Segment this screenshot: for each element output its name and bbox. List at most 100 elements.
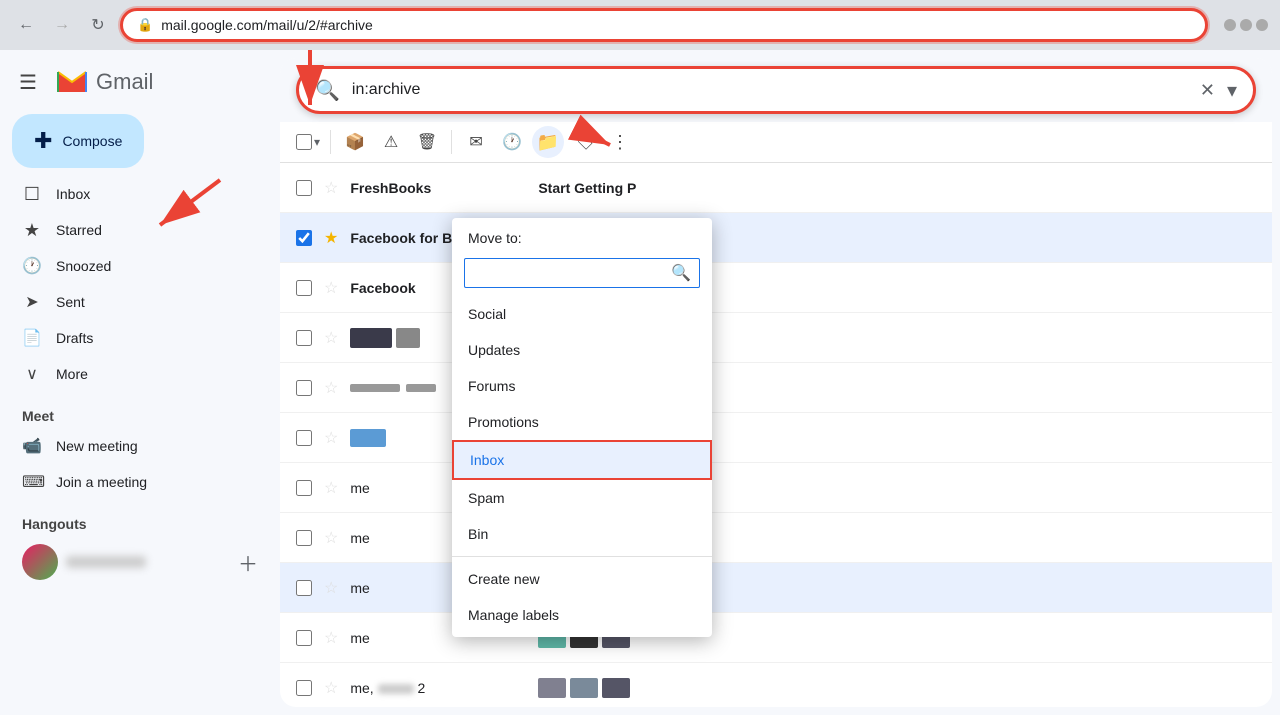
- hangouts-section-label: Hangouts: [0, 500, 280, 540]
- compose-label: Compose: [62, 133, 122, 149]
- delete-button[interactable]: 🗑: [411, 126, 443, 158]
- hangouts-avatar: [22, 544, 58, 580]
- video-icon: 📹: [22, 436, 42, 456]
- search-input[interactable]: [352, 81, 1188, 99]
- sidebar-item-starred-label: Starred: [56, 222, 102, 238]
- hangouts-add-button[interactable]: ＋: [238, 548, 258, 577]
- email-checkbox[interactable]: [296, 480, 312, 496]
- search-options-icon[interactable]: ▾: [1227, 78, 1237, 103]
- select-dropdown-button[interactable]: ▾: [312, 135, 322, 149]
- email-checkbox[interactable]: [296, 430, 312, 446]
- compose-button[interactable]: ✚ Compose: [12, 114, 144, 168]
- sidebar-item-drafts[interactable]: 📄 Drafts: [0, 320, 264, 356]
- hangouts-user-name: [66, 556, 146, 568]
- sidebar-item-sent[interactable]: ➤ Sent: [0, 284, 264, 320]
- meet-section-label: Meet: [0, 392, 280, 428]
- move-to-button[interactable]: 📁: [532, 126, 564, 158]
- move-to-search-input[interactable]: [473, 265, 671, 281]
- sidebar-item-snoozed[interactable]: 🕐 Snoozed: [0, 248, 264, 284]
- sidebar-item-snoozed-label: Snoozed: [56, 258, 111, 274]
- table-row[interactable]: ★ Facebook for Busine. Welcome to Fa: [280, 213, 1272, 263]
- sidebar-item-more[interactable]: ∨ More: [0, 356, 264, 392]
- main-content: 🔍 ✕ ▾ ▾ 📦 ⚠ 🗑 ✉ 🕐 📁 🏷 ⋮: [280, 58, 1272, 707]
- gmail-wordmark: Gmail: [96, 69, 153, 95]
- move-to-item-promotions[interactable]: Promotions: [452, 404, 712, 440]
- move-to-create-new[interactable]: Create new: [452, 561, 712, 597]
- drafts-icon: 📄: [22, 328, 42, 348]
- star-icon[interactable]: ☆: [324, 678, 338, 698]
- email-checkbox[interactable]: [296, 530, 312, 546]
- sidebar-item-join-meeting[interactable]: ⌨ Join a meeting: [0, 464, 280, 500]
- table-row[interactable]: ☆ me: [280, 613, 1272, 663]
- move-to-item-social[interactable]: Social: [452, 296, 712, 332]
- move-to-manage-labels[interactable]: Manage labels: [452, 597, 712, 637]
- move-to-title: Move to:: [452, 218, 712, 254]
- email-checkbox[interactable]: [296, 230, 312, 246]
- table-row[interactable]: ☆ me: [280, 513, 1272, 563]
- table-row[interactable]: ☆ me: [280, 563, 1272, 613]
- labels-button[interactable]: 🏷: [568, 126, 600, 158]
- select-all-checkbox[interactable]: [296, 134, 312, 150]
- email-checkbox[interactable]: [296, 180, 312, 196]
- table-row[interactable]: ☆ InboxBritish K: [280, 413, 1272, 463]
- mark-read-button[interactable]: ✉: [460, 126, 492, 158]
- move-to-item-updates[interactable]: Updates: [452, 332, 712, 368]
- email-checkbox[interactable]: [296, 380, 312, 396]
- move-to-item-inbox[interactable]: Inbox: [452, 440, 712, 480]
- archive-button[interactable]: 📦: [339, 126, 371, 158]
- table-row[interactable]: ☆ Send Invoices: [280, 363, 1272, 413]
- join-meeting-label: Join a meeting: [56, 474, 147, 490]
- star-icon[interactable]: ☆: [324, 278, 338, 298]
- clear-search-icon[interactable]: ✕: [1200, 80, 1215, 101]
- star-icon[interactable]: ☆: [324, 578, 338, 598]
- move-to-dropdown: Move to: 🔍 Social Updates Forums Promoti…: [452, 218, 712, 637]
- snooze-button[interactable]: 🕐: [496, 126, 528, 158]
- search-bar[interactable]: 🔍 ✕ ▾: [296, 66, 1256, 114]
- star-icon[interactable]: ★: [324, 228, 338, 248]
- refresh-button[interactable]: ↻: [84, 11, 112, 39]
- email-checkbox[interactable]: [296, 580, 312, 596]
- report-spam-button[interactable]: ⚠: [375, 126, 407, 158]
- sidebar-item-inbox[interactable]: ☐ Inbox: [0, 176, 264, 212]
- star-icon[interactable]: ☆: [324, 628, 338, 648]
- more-options-button[interactable]: ⋮: [604, 126, 636, 158]
- hamburger-button[interactable]: ☰: [8, 62, 48, 102]
- email-checkbox[interactable]: [296, 280, 312, 296]
- move-to-search-box[interactable]: 🔍: [464, 258, 700, 288]
- email-checkbox[interactable]: [296, 630, 312, 646]
- star-icon[interactable]: ☆: [324, 528, 338, 548]
- back-button[interactable]: ←: [12, 11, 40, 39]
- table-row[interactable]: ☆ FreshBooks Start Getting P: [280, 163, 1272, 213]
- address-bar[interactable]: 🔒 mail.google.com/mail/u/2/#archive: [120, 8, 1208, 42]
- sidebar-item-sent-label: Sent: [56, 294, 85, 310]
- forward-button[interactable]: →: [48, 11, 76, 39]
- star-icon[interactable]: ☆: [324, 478, 338, 498]
- inbox-icon: ☐: [22, 184, 42, 205]
- move-to-item-spam[interactable]: Spam: [452, 480, 712, 516]
- new-meeting-label: New meeting: [56, 438, 138, 454]
- sidebar-item-starred[interactable]: ★ Starred: [0, 212, 264, 248]
- lock-icon: 🔒: [137, 17, 153, 33]
- table-row[interactable]: ☆ Manage Projec: [280, 313, 1272, 363]
- email-checkbox[interactable]: [296, 330, 312, 346]
- browser-chrome: ← → ↻ 🔒 mail.google.com/mail/u/2/#archiv…: [0, 0, 1280, 50]
- table-row[interactable]: ☆ me, 2: [280, 663, 1272, 707]
- star-icon[interactable]: ☆: [324, 178, 338, 198]
- sidebar-item-new-meeting[interactable]: 📹 New meeting: [0, 428, 280, 464]
- star-icon[interactable]: ☆: [324, 328, 338, 348]
- sender-name: me, 2: [350, 680, 530, 696]
- keyboard-icon: ⌨: [22, 472, 42, 492]
- email-checkbox[interactable]: [296, 680, 312, 696]
- compose-plus-icon: ✚: [34, 128, 52, 154]
- chevron-down-icon: ∨: [22, 364, 42, 384]
- star-icon[interactable]: ☆: [324, 428, 338, 448]
- star-icon[interactable]: ☆: [324, 378, 338, 398]
- move-to-item-bin[interactable]: Bin: [452, 516, 712, 552]
- table-row[interactable]: ☆ me: [280, 463, 1272, 513]
- email-list: ☆ FreshBooks Start Getting P ★ Facebook …: [280, 163, 1272, 707]
- move-to-item-forums[interactable]: Forums: [452, 368, 712, 404]
- star-icon: ★: [22, 220, 42, 241]
- search-icon: 🔍: [671, 263, 691, 283]
- sent-icon: ➤: [22, 292, 42, 312]
- table-row[interactable]: ☆ Facebook See who liked y: [280, 263, 1272, 313]
